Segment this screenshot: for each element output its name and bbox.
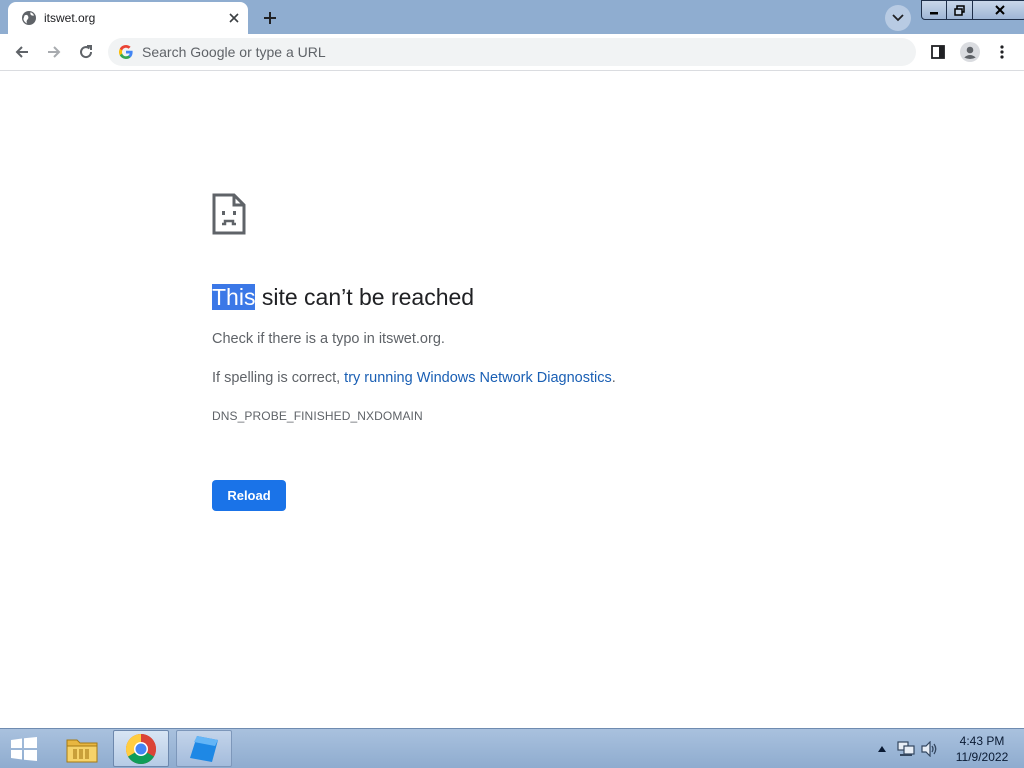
- restore-icon: [954, 4, 965, 16]
- clock[interactable]: 4:43 PM 11/9/2022: [946, 733, 1018, 765]
- side-panel-icon: [931, 45, 945, 59]
- tab-strip: itswet.org: [0, 0, 1024, 34]
- system-tray: [872, 733, 944, 765]
- clock-time: 4:43 PM: [959, 734, 1005, 748]
- taskbar-app[interactable]: [176, 730, 232, 767]
- start-button[interactable]: [4, 733, 44, 765]
- side-panel-button[interactable]: [924, 38, 952, 66]
- chevron-down-icon: [892, 14, 904, 22]
- windows-logo-icon: [11, 737, 37, 761]
- close-tab-button[interactable]: [224, 8, 244, 28]
- network-icon: [897, 741, 915, 756]
- arrow-left-icon: [15, 46, 28, 58]
- tab-search-button[interactable]: [885, 5, 911, 31]
- error-page: This site can’t be reached Check if ther…: [0, 72, 1024, 728]
- arrow-right-icon: [48, 46, 61, 58]
- file-explorer-icon: [66, 739, 98, 762]
- restore-button[interactable]: [947, 0, 973, 20]
- minimize-icon: [930, 12, 938, 15]
- show-hidden-icons-button[interactable]: [872, 739, 892, 759]
- close-icon: [229, 13, 239, 23]
- chrome-icon: [125, 733, 157, 764]
- plus-icon: [264, 12, 276, 24]
- avatar-icon: [960, 42, 980, 62]
- close-icon: [994, 5, 1005, 15]
- tab-title: itswet.org: [44, 11, 96, 25]
- network-button[interactable]: [896, 739, 916, 759]
- forward-button[interactable]: [40, 38, 68, 66]
- taskbar: 4:43 PM 11/9/2022: [0, 728, 1024, 768]
- menu-button[interactable]: [988, 38, 1016, 66]
- reload-icon: [80, 45, 93, 59]
- error-title: This site can’t be reached: [212, 283, 474, 311]
- typo-hint: Check if there is a typo in itswet.org.: [212, 331, 445, 347]
- tab-itswet[interactable]: itswet.org: [8, 2, 248, 34]
- app-icon: [190, 735, 218, 762]
- triangle-up-icon: [878, 746, 886, 752]
- omnibox[interactable]: [108, 38, 916, 66]
- kebab-menu-icon: [1000, 45, 1004, 59]
- spelling-prefix: If spelling is correct,: [212, 370, 345, 386]
- speaker-icon: [921, 741, 937, 757]
- google-g-icon: [119, 45, 133, 59]
- profile-button[interactable]: [956, 38, 984, 66]
- minimize-button[interactable]: [921, 0, 947, 20]
- window-controls: [921, 0, 1024, 20]
- spelling-hint: If spelling is correct, try running Wind…: [212, 368, 616, 388]
- reload-button[interactable]: Reload: [212, 480, 286, 511]
- sad-document-icon: [212, 193, 246, 235]
- taskbar-chrome[interactable]: [113, 730, 169, 767]
- spelling-suffix: .: [611, 370, 616, 386]
- error-title-rest: site can’t be reached: [255, 284, 475, 310]
- selected-text: This: [212, 284, 256, 310]
- browser-toolbar: [0, 34, 1024, 71]
- new-tab-button[interactable]: [256, 4, 284, 32]
- volume-button[interactable]: [920, 739, 940, 759]
- taskbar-file-explorer[interactable]: [54, 730, 110, 767]
- search-input[interactable]: [142, 38, 902, 66]
- globe-icon: [22, 11, 36, 25]
- error-code: DNS_PROBE_FINISHED_NXDOMAIN: [212, 409, 423, 423]
- back-button[interactable]: [8, 38, 36, 66]
- close-window-button[interactable]: [973, 0, 1024, 20]
- network-diagnostics-link[interactable]: try running Windows Network Diagnostics: [344, 370, 612, 386]
- reload-toolbar-button[interactable]: [72, 38, 100, 66]
- clock-date: 11/9/2022: [955, 750, 1009, 764]
